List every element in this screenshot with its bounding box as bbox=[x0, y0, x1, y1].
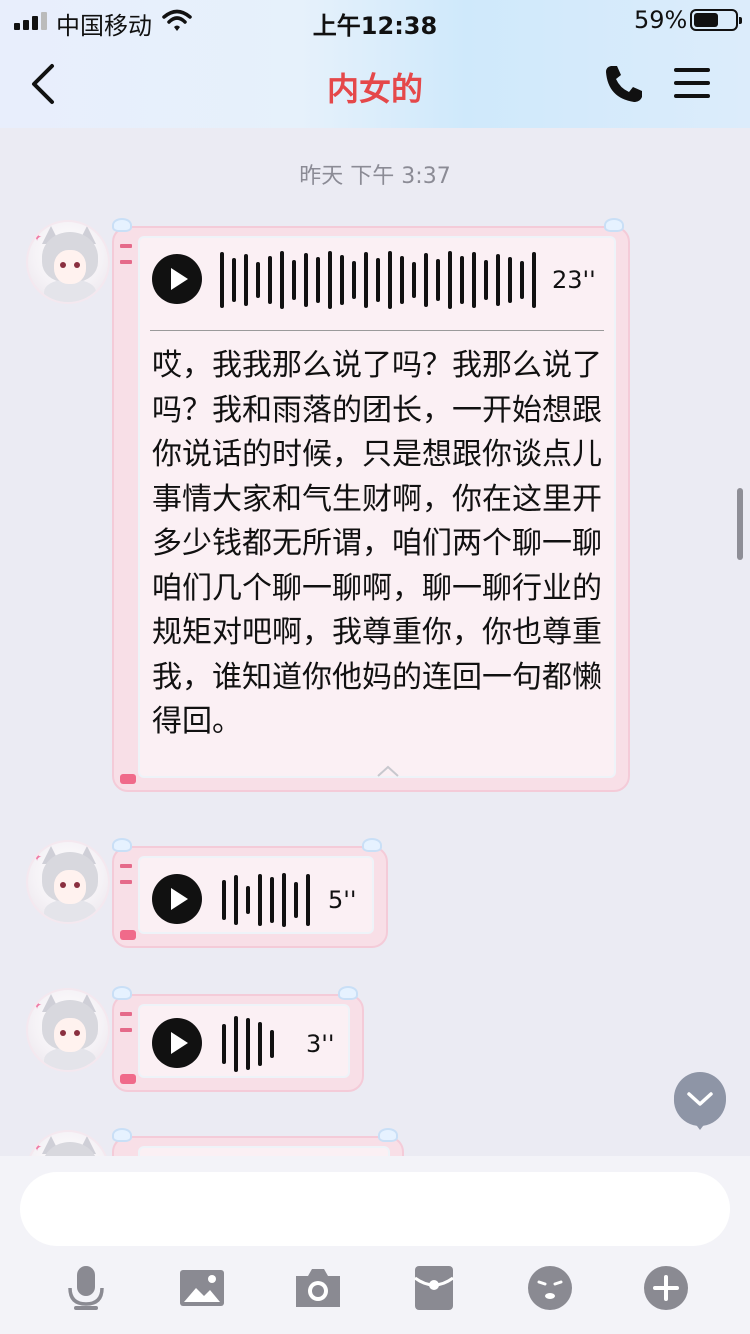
plus-icon[interactable] bbox=[642, 1264, 690, 1312]
waveform-bar bbox=[364, 252, 368, 308]
waveform-bar bbox=[388, 251, 392, 309]
waveform-bar bbox=[532, 252, 536, 308]
voice-duration: 5'' bbox=[328, 886, 357, 914]
waveform-bar bbox=[234, 1016, 238, 1072]
waveform-bar bbox=[412, 262, 416, 298]
menu-icon[interactable] bbox=[674, 66, 712, 100]
waveform-bar bbox=[246, 886, 250, 914]
waveform-bar bbox=[376, 258, 380, 302]
message-input[interactable] bbox=[20, 1172, 730, 1246]
voice-duration: 3'' bbox=[306, 1030, 335, 1058]
voice-transcript: 哎，我我那么说了吗？我那么说了吗？我和雨落的团长，一开始想跟你说话的时候，只是想… bbox=[152, 348, 602, 739]
waveform-bar bbox=[270, 1030, 274, 1058]
waveform-bar bbox=[268, 256, 272, 304]
waveform-bar bbox=[292, 260, 296, 300]
waveform-bar bbox=[448, 251, 452, 309]
voice-waveform bbox=[222, 1014, 292, 1074]
waveform-bar bbox=[258, 1022, 262, 1066]
image-icon[interactable] bbox=[178, 1264, 226, 1312]
waveform-bar bbox=[472, 252, 476, 308]
waveform-bar bbox=[232, 258, 236, 302]
waveform-bar bbox=[400, 256, 404, 304]
play-button[interactable] bbox=[152, 254, 202, 304]
waveform-bar bbox=[304, 253, 308, 307]
voice-waveform bbox=[220, 250, 540, 310]
voice-waveform bbox=[222, 870, 312, 930]
waveform-bar bbox=[258, 874, 262, 926]
waveform-bar bbox=[508, 257, 512, 303]
red-envelope-icon[interactable] bbox=[410, 1264, 458, 1312]
waveform-bar bbox=[316, 257, 320, 303]
waveform-bar bbox=[234, 875, 238, 925]
waveform-bar bbox=[352, 261, 356, 299]
waveform-bar bbox=[306, 874, 310, 926]
waveform-bar bbox=[220, 252, 224, 308]
waveform-bar bbox=[270, 877, 274, 923]
avatar[interactable]: ✦ bbox=[26, 840, 110, 924]
waveform-bar bbox=[340, 255, 344, 305]
waveform-bar bbox=[328, 251, 332, 309]
avatar[interactable]: ✦ bbox=[26, 1130, 110, 1156]
voice-message-bubble[interactable]: 5'' bbox=[112, 838, 388, 948]
avatar[interactable]: ✦ bbox=[26, 220, 110, 304]
waveform-bar bbox=[244, 254, 248, 306]
waveform-bar bbox=[520, 261, 524, 299]
phone-icon[interactable] bbox=[602, 62, 646, 106]
voice-message-bubble[interactable]: 3'' bbox=[112, 986, 364, 1092]
waveform-bar bbox=[424, 253, 428, 307]
waveform-bar bbox=[282, 873, 286, 927]
waveform-bar bbox=[460, 256, 464, 304]
divider bbox=[150, 330, 604, 331]
camera-icon[interactable] bbox=[294, 1264, 342, 1312]
scroll-indicator[interactable] bbox=[737, 488, 743, 560]
chevron-up-icon[interactable] bbox=[376, 764, 400, 778]
emoji-icon[interactable] bbox=[526, 1264, 574, 1312]
waveform-bar bbox=[222, 880, 226, 920]
play-button[interactable] bbox=[152, 1018, 202, 1068]
microphone-icon[interactable] bbox=[62, 1264, 110, 1312]
waveform-bar bbox=[294, 882, 298, 918]
chat-timestamp: 昨天 下午 3:37 bbox=[299, 164, 451, 189]
waveform-bar bbox=[246, 1018, 250, 1070]
waveform-bar bbox=[280, 251, 284, 309]
battery-icon bbox=[690, 9, 742, 31]
voice-message-bubble[interactable] bbox=[112, 1128, 404, 1156]
chat-area[interactable]: 昨天 下午 3:37 ✦ 23'' 哎，我我那么说了吗？我那么说了吗？我和雨落的… bbox=[0, 128, 750, 1156]
voice-duration: 23'' bbox=[552, 266, 596, 294]
play-button[interactable] bbox=[152, 874, 202, 924]
scroll-down-button[interactable] bbox=[672, 1072, 728, 1130]
avatar[interactable]: ✦ bbox=[26, 988, 110, 1072]
waveform-bar bbox=[222, 1024, 226, 1064]
battery-percent: 59% bbox=[634, 6, 688, 34]
top-header: 中国移动 上午12:38 59% 内女的 bbox=[0, 0, 750, 128]
status-bar: 中国移动 上午12:38 59% bbox=[0, 0, 750, 40]
waveform-bar bbox=[256, 262, 260, 298]
waveform-bar bbox=[496, 254, 500, 306]
waveform-bar bbox=[436, 259, 440, 301]
waveform-bar bbox=[484, 260, 488, 300]
input-bar bbox=[0, 1156, 750, 1334]
voice-message-bubble[interactable]: 23'' 哎，我我那么说了吗？我那么说了吗？我和雨落的团长，一开始想跟你说话的时… bbox=[112, 218, 630, 792]
